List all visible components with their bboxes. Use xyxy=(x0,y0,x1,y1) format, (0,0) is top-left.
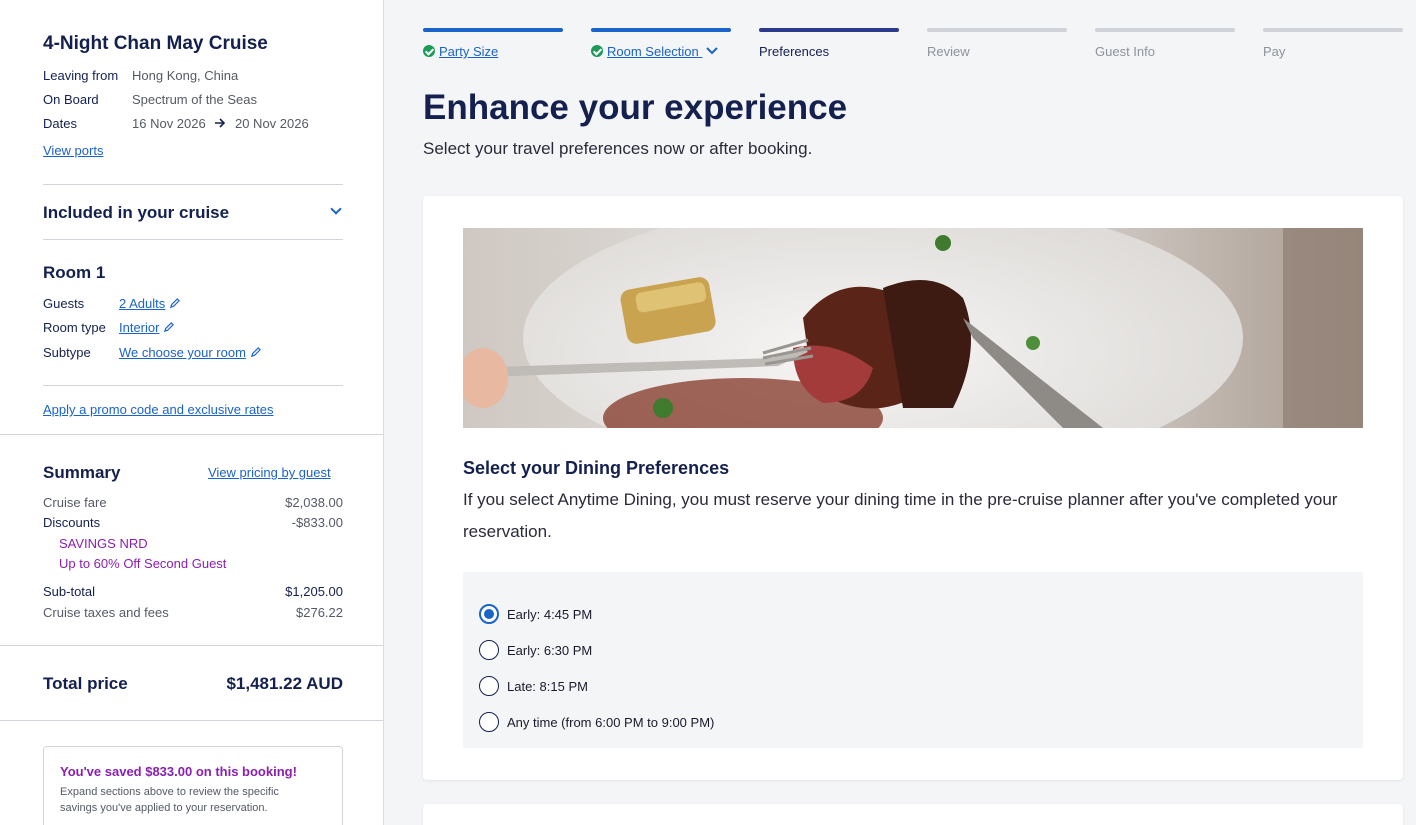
savings-description: Expand sections above to review the spec… xyxy=(60,786,279,814)
chevron-down-icon[interactable] xyxy=(330,203,342,215)
step-room-selection[interactable]: Room Selection xyxy=(591,28,731,59)
step-bar xyxy=(927,28,1067,32)
guests-label: Guests xyxy=(43,296,85,311)
discount-item: SAVINGS NRD xyxy=(59,536,148,551)
page-subtitle: Select your travel preferences now or af… xyxy=(423,139,813,158)
guests-link[interactable]: 2 Adults xyxy=(119,296,165,311)
pencil-icon[interactable] xyxy=(163,322,175,333)
summary-title: Summary xyxy=(43,463,121,482)
page-title: Enhance your experience xyxy=(423,88,848,127)
dining-title: Select your Dining Preferences xyxy=(463,458,730,478)
leaving-from-label: Leaving from xyxy=(43,68,119,83)
step-label-text: Preferences xyxy=(759,44,830,59)
cruise-title: 4-Night Chan May Cruise xyxy=(43,33,268,54)
taxes-value: $276.22 xyxy=(296,605,343,620)
on-board-label: On Board xyxy=(43,92,99,107)
subtotal-label: Sub-total xyxy=(43,584,96,599)
discount-item: Up to 60% Off Second Guest xyxy=(59,556,227,571)
cruise-fare-value: $2,038.00 xyxy=(285,495,343,510)
check-circle-icon xyxy=(423,45,435,57)
date-start: 16 Nov 2026 xyxy=(132,116,206,131)
step-bar xyxy=(591,28,731,32)
total-label: Total price xyxy=(43,674,128,693)
subtype-edit[interactable]: We choose your room xyxy=(119,345,261,360)
dates-label: Dates xyxy=(43,116,77,131)
step-bar xyxy=(1263,28,1403,32)
divider xyxy=(0,720,383,721)
dining-hero-image xyxy=(463,228,1363,428)
dining-preferences-card: Select your Dining Preferences If you se… xyxy=(423,196,1403,780)
subtype-label: Subtype xyxy=(43,345,91,360)
step-guest-info: Guest Info xyxy=(1095,28,1235,59)
view-pricing-link[interactable]: View pricing by guest xyxy=(208,465,331,480)
divider xyxy=(0,645,383,646)
step-bar xyxy=(759,28,899,32)
discounts-value: -$833.00 xyxy=(291,515,343,530)
subtotal-value: $1,205.00 xyxy=(285,584,343,599)
divider xyxy=(43,385,343,386)
room-type-link[interactable]: Interior xyxy=(119,320,159,335)
step-bar xyxy=(423,28,563,32)
step-label-text: Guest Info xyxy=(1095,44,1155,59)
divider xyxy=(43,184,343,185)
included-toggle-label[interactable]: Included in your cruise xyxy=(43,203,229,223)
step-label-text[interactable]: Room Selection xyxy=(607,44,699,59)
divider xyxy=(43,239,343,240)
dining-description: If you select Anytime Dining, you must r… xyxy=(463,490,1338,541)
step-label[interactable]: Party Size xyxy=(423,44,498,59)
next-preference-card xyxy=(423,804,1403,825)
radio-button[interactable] xyxy=(479,712,499,732)
date-range: 16 Nov 2026 20 Nov 2026 xyxy=(132,116,309,131)
pencil-icon[interactable] xyxy=(169,298,181,309)
dining-time-radio-group: Early: 4:45 PM Early: 6:30 PM Late: 8:15… xyxy=(463,572,1363,748)
divider xyxy=(0,434,383,435)
booking-sidebar: 4-Night Chan May Cruise Leaving from Hon… xyxy=(0,0,384,825)
step-preferences: Preferences xyxy=(759,28,899,59)
taxes-label: Cruise taxes and fees xyxy=(43,605,169,620)
savings-notice: You've saved $833.00 on this booking! Ex… xyxy=(43,746,343,825)
step-label-text: Pay xyxy=(1263,44,1286,59)
leaving-from-value: Hong Kong, China xyxy=(132,68,239,83)
arrow-right-icon xyxy=(215,118,226,128)
step-party-size[interactable]: Party Size xyxy=(423,28,563,59)
radio-button[interactable] xyxy=(479,640,499,660)
radio-button[interactable] xyxy=(479,676,499,696)
steak-dinner-image xyxy=(463,228,1363,428)
pencil-icon[interactable] xyxy=(250,347,261,358)
total-value: $1,481.22 AUD xyxy=(226,674,343,693)
subtype-link[interactable]: We choose your room xyxy=(119,345,246,360)
room-type-edit[interactable]: Interior xyxy=(119,320,175,335)
check-circle-icon xyxy=(591,45,603,57)
step-label-text: Review xyxy=(927,44,970,59)
date-end: 20 Nov 2026 xyxy=(234,116,309,131)
step-label[interactable]: Room Selection xyxy=(591,44,719,59)
view-ports-link[interactable]: View ports xyxy=(43,143,103,158)
radio-button[interactable] xyxy=(479,604,499,624)
step-review: Review xyxy=(927,28,1067,59)
ship-name: Spectrum of the Seas xyxy=(132,92,258,107)
step-pay: Pay xyxy=(1263,28,1403,59)
promo-code-link[interactable]: Apply a promo code and exclusive rates xyxy=(43,402,274,417)
step-label-text[interactable]: Party Size xyxy=(439,44,498,59)
guests-edit[interactable]: 2 Adults xyxy=(119,296,181,311)
cruise-fare-label: Cruise fare xyxy=(43,495,107,510)
dining-option-label[interactable]: Early: 6:30 PM xyxy=(507,643,592,658)
dining-option-label[interactable]: Late: 8:15 PM xyxy=(507,679,588,694)
chevron-down-icon[interactable] xyxy=(706,47,719,55)
room-title: Room 1 xyxy=(43,263,106,282)
step-bar xyxy=(1095,28,1235,32)
dining-option-label[interactable]: Early: 4:45 PM xyxy=(507,607,592,622)
dining-option-label[interactable]: Any time (from 6:00 PM to 9:00 PM) xyxy=(507,715,714,730)
savings-title: You've saved $833.00 on this booking! xyxy=(60,764,297,779)
discounts-label: Discounts xyxy=(43,515,101,530)
room-type-label: Room type xyxy=(43,320,106,335)
